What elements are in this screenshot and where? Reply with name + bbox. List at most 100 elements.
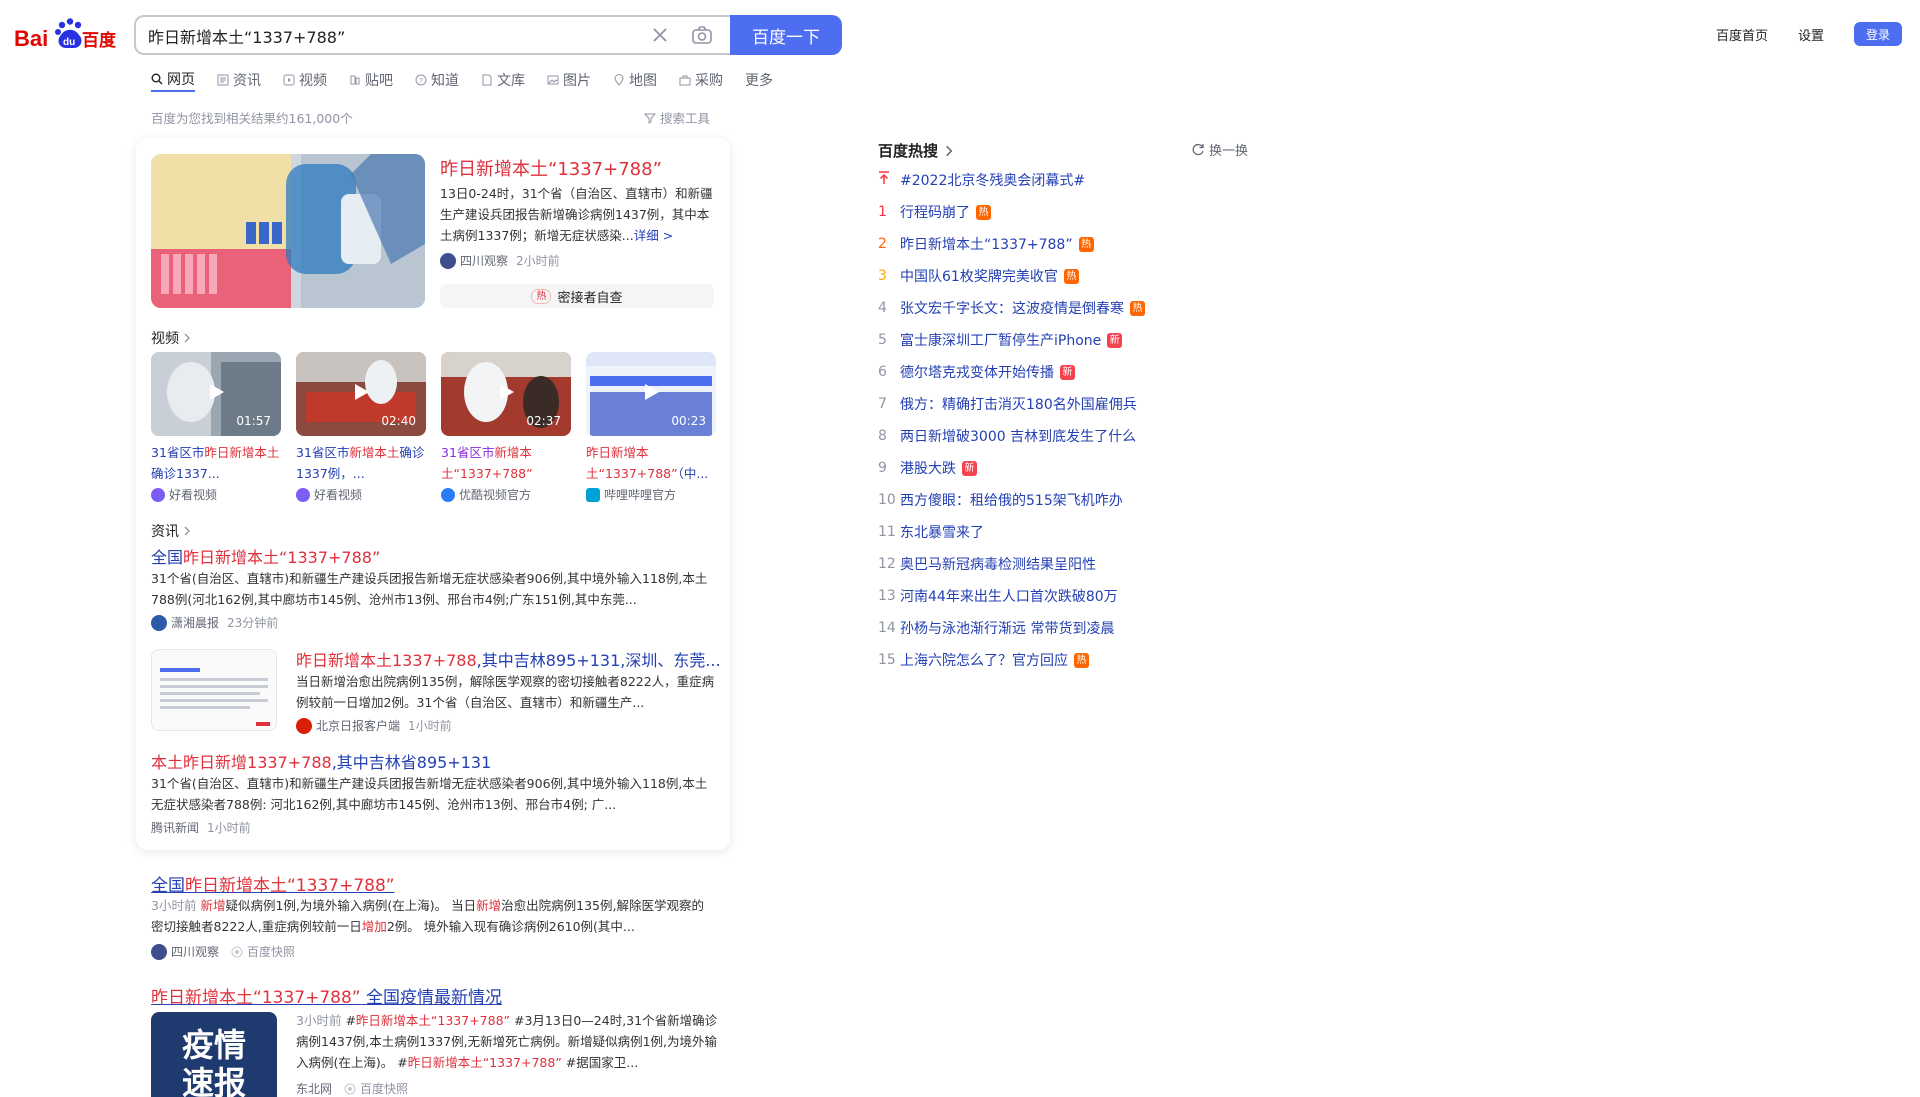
video-thumbnail[interactable]: 02:37 bbox=[441, 352, 571, 436]
tab-more[interactable]: 更多 bbox=[745, 68, 773, 92]
doc-icon bbox=[482, 74, 492, 86]
result-title[interactable]: 全国昨日新增本土“1337+788” bbox=[151, 871, 395, 896]
hot-item[interactable]: 11 东北暴雪来了 bbox=[878, 522, 984, 542]
hot-item[interactable]: 5 富士康深圳工厂暂停生产iPhone 新 bbox=[878, 330, 1123, 350]
haokan-icon bbox=[151, 487, 165, 502]
hot-item[interactable]: 4 张文宏千字长文：这波疫情是倒春寒热 bbox=[878, 298, 1145, 318]
hot-search-title[interactable]: 百度热搜 bbox=[878, 140, 956, 161]
news-title[interactable]: 本土昨日新增1337+788,其中吉林省895+131 bbox=[151, 749, 491, 773]
svg-text:Bai: Bai bbox=[14, 26, 48, 51]
tab-web[interactable]: 网页 bbox=[151, 68, 195, 92]
hot-item[interactable]: 9 港股大跌新 bbox=[878, 458, 977, 478]
thumbnail-text: 疫情 速报 bbox=[181, 1026, 246, 1097]
hot-item[interactable]: 2 昨日新增本土“1337+788” 热 bbox=[878, 234, 1094, 254]
search-input[interactable] bbox=[148, 25, 628, 47]
play-icon bbox=[500, 384, 514, 400]
settings-link[interactable]: 设置 bbox=[1798, 25, 1824, 44]
result-title[interactable]: 昨日新增本土“1337+788” 全国疫情最新情况 bbox=[151, 983, 502, 1008]
tab-shop[interactable]: 采购 bbox=[679, 68, 723, 92]
play-icon bbox=[355, 384, 369, 400]
camera-icon[interactable] bbox=[690, 23, 714, 47]
video-title[interactable]: 31省区市昨日新增本土确诊1337... bbox=[151, 442, 281, 484]
hot-item[interactable]: 8 两日新增破3000 吉林到底发生了什么 bbox=[878, 426, 1136, 446]
shop-icon bbox=[679, 75, 691, 86]
video-duration: 02:37 bbox=[526, 414, 561, 428]
tab-news[interactable]: 资讯 bbox=[217, 68, 261, 92]
top-result-title[interactable]: 昨日新增本土“1337+788” bbox=[440, 155, 662, 181]
news-icon bbox=[217, 74, 229, 86]
hot-item[interactable]: #2022北京冬残奥会闭幕式# bbox=[878, 170, 1085, 190]
contact-check-link[interactable]: 热 密接者自查 bbox=[440, 284, 714, 308]
hot-item[interactable]: 15 上海六院怎么了？官方回应热 bbox=[878, 650, 1089, 670]
video-card[interactable]: 02:40 31省区市新增本土确诊1337例，... 好看视频 bbox=[296, 352, 426, 503]
section-title: 视频 bbox=[151, 331, 179, 347]
hot-item[interactable]: 14 孙杨与泳池渐行渐远 常带货到凌晨 bbox=[878, 618, 1114, 638]
hot-item[interactable]: 10 西方傻眼：租给俄的515架飞机咋办 bbox=[878, 490, 1123, 510]
home-link[interactable]: 百度首页 bbox=[1716, 25, 1768, 44]
tab-map[interactable]: 地图 bbox=[613, 68, 657, 92]
tab-label: 图片 bbox=[563, 73, 591, 89]
clear-icon[interactable] bbox=[648, 23, 672, 47]
news-section-label[interactable]: 资讯 bbox=[151, 521, 193, 541]
top-right-links: 百度首页 设置 登录 bbox=[1716, 22, 1902, 46]
result-source: 东北网 百度快照 bbox=[296, 1080, 409, 1097]
snapshot-link[interactable]: 百度快照 bbox=[344, 1080, 408, 1097]
top-result-image[interactable] bbox=[151, 154, 425, 308]
hot-item[interactable]: 3 中国队61枚奖牌完美收官热 bbox=[878, 266, 1079, 286]
play-icon bbox=[210, 384, 224, 400]
news-source: 腾讯新闻 1小时前 bbox=[151, 821, 251, 835]
video-section-label[interactable]: 视频 bbox=[151, 328, 193, 348]
search-tools-button[interactable]: 搜索工具 bbox=[644, 108, 710, 127]
source-time: 2小时前 bbox=[516, 254, 560, 268]
video-card[interactable]: 01:57 31省区市昨日新增本土确诊1337... 好看视频 bbox=[151, 352, 281, 503]
new-tag: 新 bbox=[962, 460, 977, 476]
video-source: 好看视频 bbox=[296, 486, 426, 503]
tab-image[interactable]: 图片 bbox=[547, 68, 591, 92]
sichuan-logo-icon bbox=[440, 252, 456, 269]
login-button[interactable]: 登录 bbox=[1854, 22, 1902, 46]
hot-item[interactable]: 7 俄方：精确打击消灭180名外国雇佣兵 bbox=[878, 394, 1137, 414]
source-name: 四川观察 bbox=[460, 254, 509, 268]
video-title[interactable]: 31省区市新增本土确诊1337例，... bbox=[296, 442, 426, 484]
tab-tieba[interactable]: 贴吧 bbox=[349, 68, 393, 92]
chevron-right-icon bbox=[184, 526, 190, 536]
search-button[interactable]: 百度一下 bbox=[730, 15, 842, 55]
video-title[interactable]: 31省区市新增本土“1337+788” bbox=[441, 442, 571, 484]
bilibili-icon bbox=[586, 487, 600, 502]
video-source: 好看视频 bbox=[151, 486, 281, 503]
section-title: 资讯 bbox=[151, 524, 179, 540]
hot-item[interactable]: 13 河南44年来出生人口首次跌破80万 bbox=[878, 586, 1118, 606]
hot-item[interactable]: 1 行程码崩了热 bbox=[878, 202, 991, 222]
tab-label: 知道 bbox=[431, 73, 459, 89]
news-abstract: 31个省(自治区、直辖市)和新疆生产建设兵团报告新增无症状感染者906例,其中境… bbox=[151, 571, 708, 607]
video-duration: 00:23 bbox=[671, 414, 706, 428]
hot-search-label: 百度热搜 bbox=[878, 142, 939, 160]
sichuan-logo-icon bbox=[151, 943, 167, 960]
tab-video[interactable]: 视频 bbox=[283, 68, 327, 92]
tab-label: 资讯 bbox=[233, 73, 261, 89]
video-thumbnail[interactable]: 01:57 bbox=[151, 352, 281, 436]
hot-tag: 热 bbox=[1063, 268, 1079, 284]
baidu-logo[interactable]: Bai du 百度 bbox=[14, 16, 118, 54]
snapshot-link[interactable]: 百度快照 bbox=[231, 943, 295, 960]
hot-item[interactable]: 6 德尔塔克戎变体开始传播新 bbox=[878, 362, 1075, 382]
video-thumbnail[interactable]: 02:40 bbox=[296, 352, 426, 436]
video-duration: 02:40 bbox=[381, 414, 416, 428]
news-title[interactable]: 昨日新增本土1337+788,其中吉林895+131,深圳、东莞... bbox=[296, 647, 721, 671]
video-title[interactable]: 昨日新增本土“1337+788”（中... bbox=[586, 442, 716, 484]
news-thumbnail[interactable] bbox=[151, 649, 277, 731]
refresh-icon bbox=[1192, 143, 1204, 155]
image-icon bbox=[547, 75, 559, 85]
hot-item[interactable]: 12 奥巴马新冠病毒检测结果呈阳性 bbox=[878, 554, 1096, 574]
tab-zhidao[interactable]: ? 知道 bbox=[415, 68, 459, 92]
video-card[interactable]: 00:23 昨日新增本土“1337+788”（中... 哔哩哔哩官方 bbox=[586, 352, 716, 503]
result-thumbnail[interactable]: 疫情 速报 bbox=[151, 1012, 277, 1097]
tab-wenku[interactable]: 文库 bbox=[481, 68, 525, 92]
search-icon bbox=[151, 73, 163, 85]
news-title[interactable]: 全国昨日新增本土“1337+788” bbox=[151, 544, 380, 568]
refresh-button[interactable]: 换一换 bbox=[1191, 140, 1248, 159]
more-link[interactable]: 详细 > bbox=[634, 228, 673, 243]
video-card[interactable]: 02:37 31省区市新增本土“1337+788” 优酷视频官方 bbox=[441, 352, 571, 503]
news-source: 北京日报客户端 1小时前 bbox=[296, 717, 452, 734]
video-thumbnail[interactable]: 00:23 bbox=[586, 352, 716, 436]
